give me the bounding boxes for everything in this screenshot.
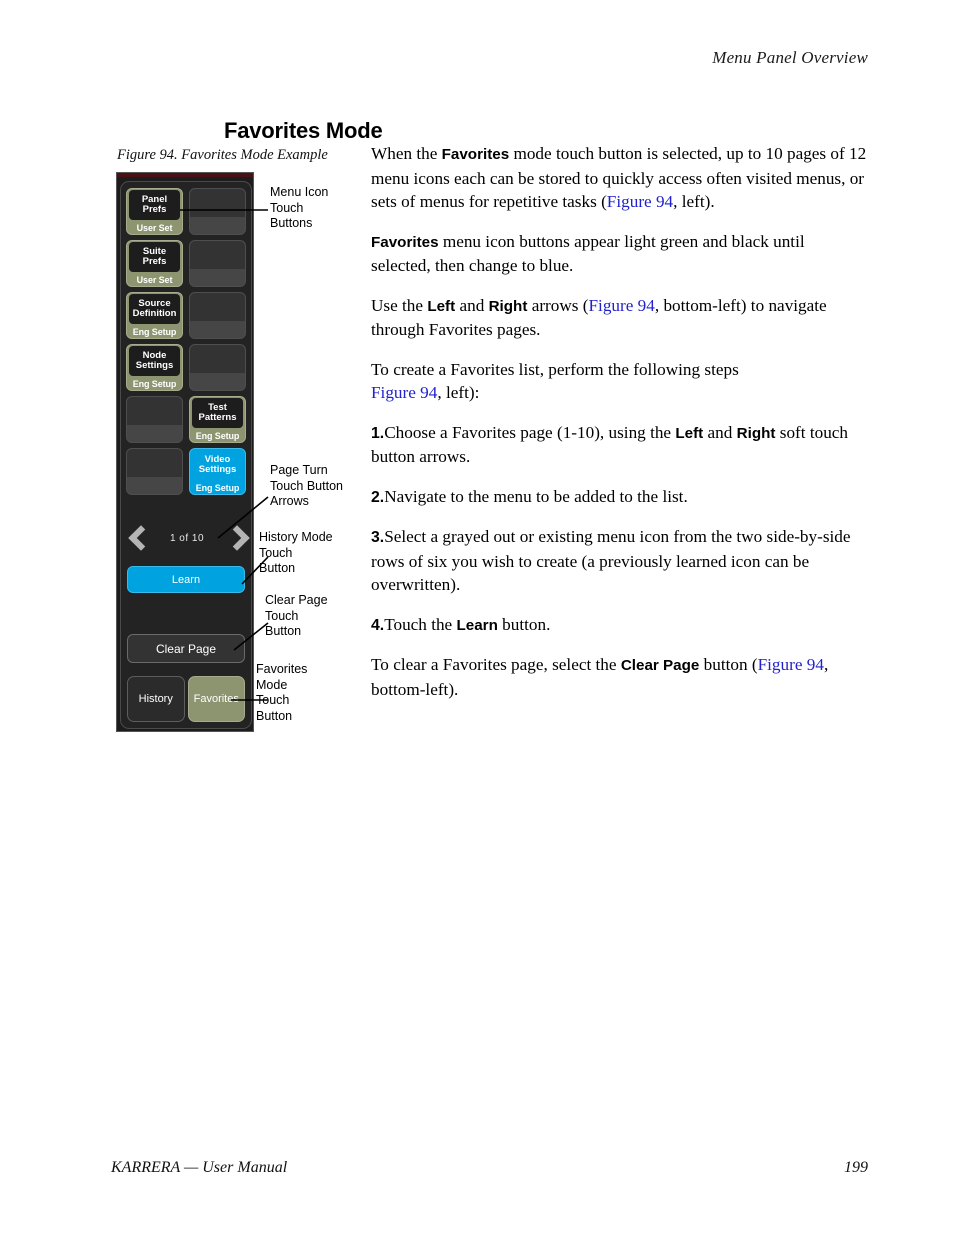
menu-icon-category: User Set	[136, 275, 173, 285]
callout-menu-icon-buttons: Menu Icon Touch Buttons	[270, 185, 329, 230]
menu-icon-category: User Set	[136, 223, 173, 233]
step-number: 2.	[371, 488, 385, 506]
step-number: 4.	[371, 616, 385, 634]
menu-icon-button[interactable]: Node Settings Eng Setup	[126, 344, 183, 391]
text-run-bold: Clear Page	[620, 657, 700, 674]
menu-icon-button[interactable]: Source Definition Eng Setup	[126, 292, 183, 339]
chevron-left-icon[interactable]	[129, 524, 149, 552]
text-run-bold: Favorites	[371, 233, 439, 251]
text-run: To clear a Favorites page, select the	[371, 655, 621, 674]
text-run-bold: Favorites	[441, 146, 510, 163]
figure-cross-reference[interactable]: Figure 94	[589, 296, 655, 315]
figure-cross-reference[interactable]: Figure 94	[758, 655, 824, 674]
text-run: To create a Favorites list, perform the …	[371, 359, 739, 379]
menu-icon-category: Eng Setup	[132, 327, 177, 337]
text-run-bold: Learn	[456, 616, 498, 634]
menu-icon-category: Eng Setup	[132, 379, 177, 389]
paragraph-create-intro: To create a Favorites list, perform the …	[371, 358, 868, 405]
text-run: Choose a Favorites page (1-10), using th…	[384, 422, 676, 442]
running-header: Menu Panel Overview	[712, 48, 868, 67]
callout-clear-page-button: Clear Page Touch Button	[265, 593, 328, 638]
callout-history-mode-button: History Mode Touch Button	[259, 530, 333, 575]
text-run-bold: Right	[488, 297, 528, 315]
menu-icon-label-line2: Definition	[132, 308, 177, 319]
text-run: button.	[497, 614, 551, 634]
text-run: arrows (	[527, 295, 589, 315]
callout-leader-lines	[180, 209, 269, 701]
text-run: and	[703, 422, 737, 442]
text-run-bold: Left	[675, 424, 704, 442]
text-run: Use the	[371, 295, 428, 315]
text-run: Select a grayed out or existing menu ico…	[371, 527, 851, 594]
text-run: Navigate to the menu to be added to the …	[384, 486, 688, 506]
text-run: , left).	[673, 192, 715, 211]
figure-caption: Figure 94. Favorites Mode Example	[117, 147, 328, 163]
step-item-3: 3.Select a grayed out or existing menu i…	[371, 525, 868, 597]
step-item-1: 1.Choose a Favorites page (1-10), using …	[371, 421, 868, 469]
menu-icon-label: Suite Prefs	[129, 242, 180, 272]
menu-icon-label-line2: Settings	[135, 360, 174, 371]
text-run: Touch the	[384, 614, 457, 634]
text-run: button (	[699, 655, 758, 674]
page-title: Favorites Mode	[224, 117, 383, 143]
callout-favorites-mode-button: Favorites Mode Touch Button	[256, 662, 308, 723]
paragraph-arrows: Use the Left and Right arrows (Figure 94…	[371, 294, 868, 342]
paragraph-colors: Favorites menu icon buttons appear light…	[371, 230, 868, 278]
figure-cross-reference[interactable]: Figure 94	[371, 383, 437, 402]
paragraph-clear-page: To clear a Favorites page, select the Cl…	[371, 653, 868, 701]
body-text: When the Favorites mode touch button is …	[371, 142, 868, 717]
menu-icon-label: Panel Prefs	[129, 190, 180, 220]
text-run-bold: Right	[736, 424, 776, 442]
step-item-4: 4.Touch the Learn button.	[371, 613, 868, 638]
menu-icon-button-empty[interactable]	[126, 396, 183, 443]
menu-icon-label: Node Settings	[129, 346, 180, 376]
step-item-2: 2.Navigate to the menu to be added to th…	[371, 485, 868, 510]
figure-cross-reference[interactable]: Figure 94	[607, 192, 673, 211]
step-number: 3.	[371, 529, 385, 546]
paragraph-intro: When the Favorites mode touch button is …	[371, 142, 868, 214]
callout-page-turn-arrows: Page Turn Touch Button Arrows	[270, 463, 343, 508]
menu-icon-button-empty[interactable]	[126, 448, 183, 495]
text-run-bold: Left	[427, 297, 456, 315]
text-run: and	[455, 295, 489, 315]
text-run: , left):	[437, 383, 480, 402]
menu-icon-label: Source Definition	[129, 294, 180, 324]
menu-icon-label-line2: Prefs	[142, 256, 167, 267]
step-number: 1.	[371, 424, 385, 442]
footer-page-number: 199	[844, 1159, 868, 1176]
menu-icon-label-line2: Prefs	[142, 204, 167, 215]
panel-top-stripe	[117, 173, 253, 177]
menu-icon-button[interactable]: Suite Prefs User Set	[126, 240, 183, 287]
text-run: When the	[371, 144, 442, 163]
menu-icon-button[interactable]: Panel Prefs User Set	[126, 188, 183, 235]
footer-manual-title: KARRERA — User Manual	[111, 1159, 288, 1176]
